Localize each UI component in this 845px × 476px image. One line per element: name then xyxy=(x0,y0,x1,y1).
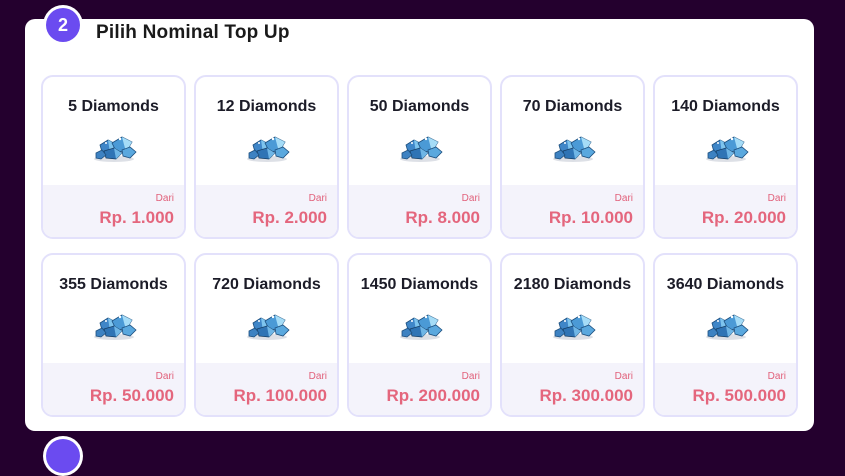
diamond-icon xyxy=(93,314,137,340)
from-label: Dari xyxy=(614,193,633,204)
nominal-name: 12 Diamonds xyxy=(216,98,317,115)
step-number: 2 xyxy=(46,8,80,42)
diamond-icon xyxy=(93,136,137,162)
nominal-name: 355 Diamonds xyxy=(59,276,168,293)
from-label: Dari xyxy=(308,193,327,204)
nominal-price: Rp. 200.000 xyxy=(386,386,480,405)
diamond-icon xyxy=(399,136,443,162)
diamond-icon xyxy=(552,136,596,162)
from-label: Dari xyxy=(767,371,786,382)
nominal-card[interactable]: 1450 Diamonds Dari Rp. 200.000 xyxy=(347,253,492,417)
nominal-name: 2180 Diamonds xyxy=(513,276,632,293)
nominal-name: 720 Diamonds xyxy=(212,276,321,293)
from-label: Dari xyxy=(308,371,327,382)
diamond-icon xyxy=(399,314,443,340)
from-label: Dari xyxy=(614,371,633,382)
from-label: Dari xyxy=(461,371,480,382)
from-label: Dari xyxy=(461,193,480,204)
nominal-price: Rp. 8.000 xyxy=(405,208,480,227)
nominal-price: Rp. 100.000 xyxy=(233,386,327,405)
nominal-price: Rp. 1.000 xyxy=(99,208,174,227)
nominal-name: 140 Diamonds xyxy=(671,98,780,115)
diamond-icon xyxy=(246,136,290,162)
diamond-icon xyxy=(705,136,749,162)
nominal-card[interactable]: 140 Diamonds Dari Rp. 20.000 xyxy=(653,75,798,239)
nominal-price: Rp. 300.000 xyxy=(539,386,633,405)
from-label: Dari xyxy=(155,193,174,204)
nominal-card[interactable]: 70 Diamonds Dari Rp. 10.000 xyxy=(500,75,645,239)
nominal-price: Rp. 20.000 xyxy=(701,208,786,227)
nominal-card[interactable]: 5 Diamonds Dari Rp. 1.000 xyxy=(41,75,186,239)
nominal-grid: 5 Diamonds Dari Rp. 1.000 12 Diamonds Dar… xyxy=(41,75,798,417)
nominal-price: Rp. 10.000 xyxy=(548,208,633,227)
nominal-name: 50 Diamonds xyxy=(369,98,470,115)
from-label: Dari xyxy=(155,371,174,382)
nominal-card[interactable]: 720 Diamonds Dari Rp. 100.000 xyxy=(194,253,339,417)
nominal-card[interactable]: 3640 Diamonds Dari Rp. 500.000 xyxy=(653,253,798,417)
nominal-card[interactable]: 2180 Diamonds Dari Rp. 300.000 xyxy=(500,253,645,417)
nominal-name: 1450 Diamonds xyxy=(360,276,479,293)
step-badge: 2 xyxy=(43,5,83,45)
nominal-price: Rp. 500.000 xyxy=(692,386,786,405)
diamond-icon xyxy=(705,314,749,340)
nominal-name: 70 Diamonds xyxy=(522,98,623,115)
from-label: Dari xyxy=(767,193,786,204)
nominal-price: Rp. 2.000 xyxy=(252,208,327,227)
diamond-icon xyxy=(552,314,596,340)
nominal-name: 5 Diamonds xyxy=(68,98,159,115)
nominal-card[interactable]: 12 Diamonds Dari Rp. 2.000 xyxy=(194,75,339,239)
next-step-badge xyxy=(43,436,83,476)
nominal-card[interactable]: 50 Diamonds Dari Rp. 8.000 xyxy=(347,75,492,239)
diamond-icon xyxy=(246,314,290,340)
nominal-card[interactable]: 355 Diamonds Dari Rp. 50.000 xyxy=(41,253,186,417)
nominal-name: 3640 Diamonds xyxy=(666,276,785,293)
section-title: Pilih Nominal Top Up xyxy=(96,22,290,43)
nominal-price: Rp. 50.000 xyxy=(89,386,174,405)
